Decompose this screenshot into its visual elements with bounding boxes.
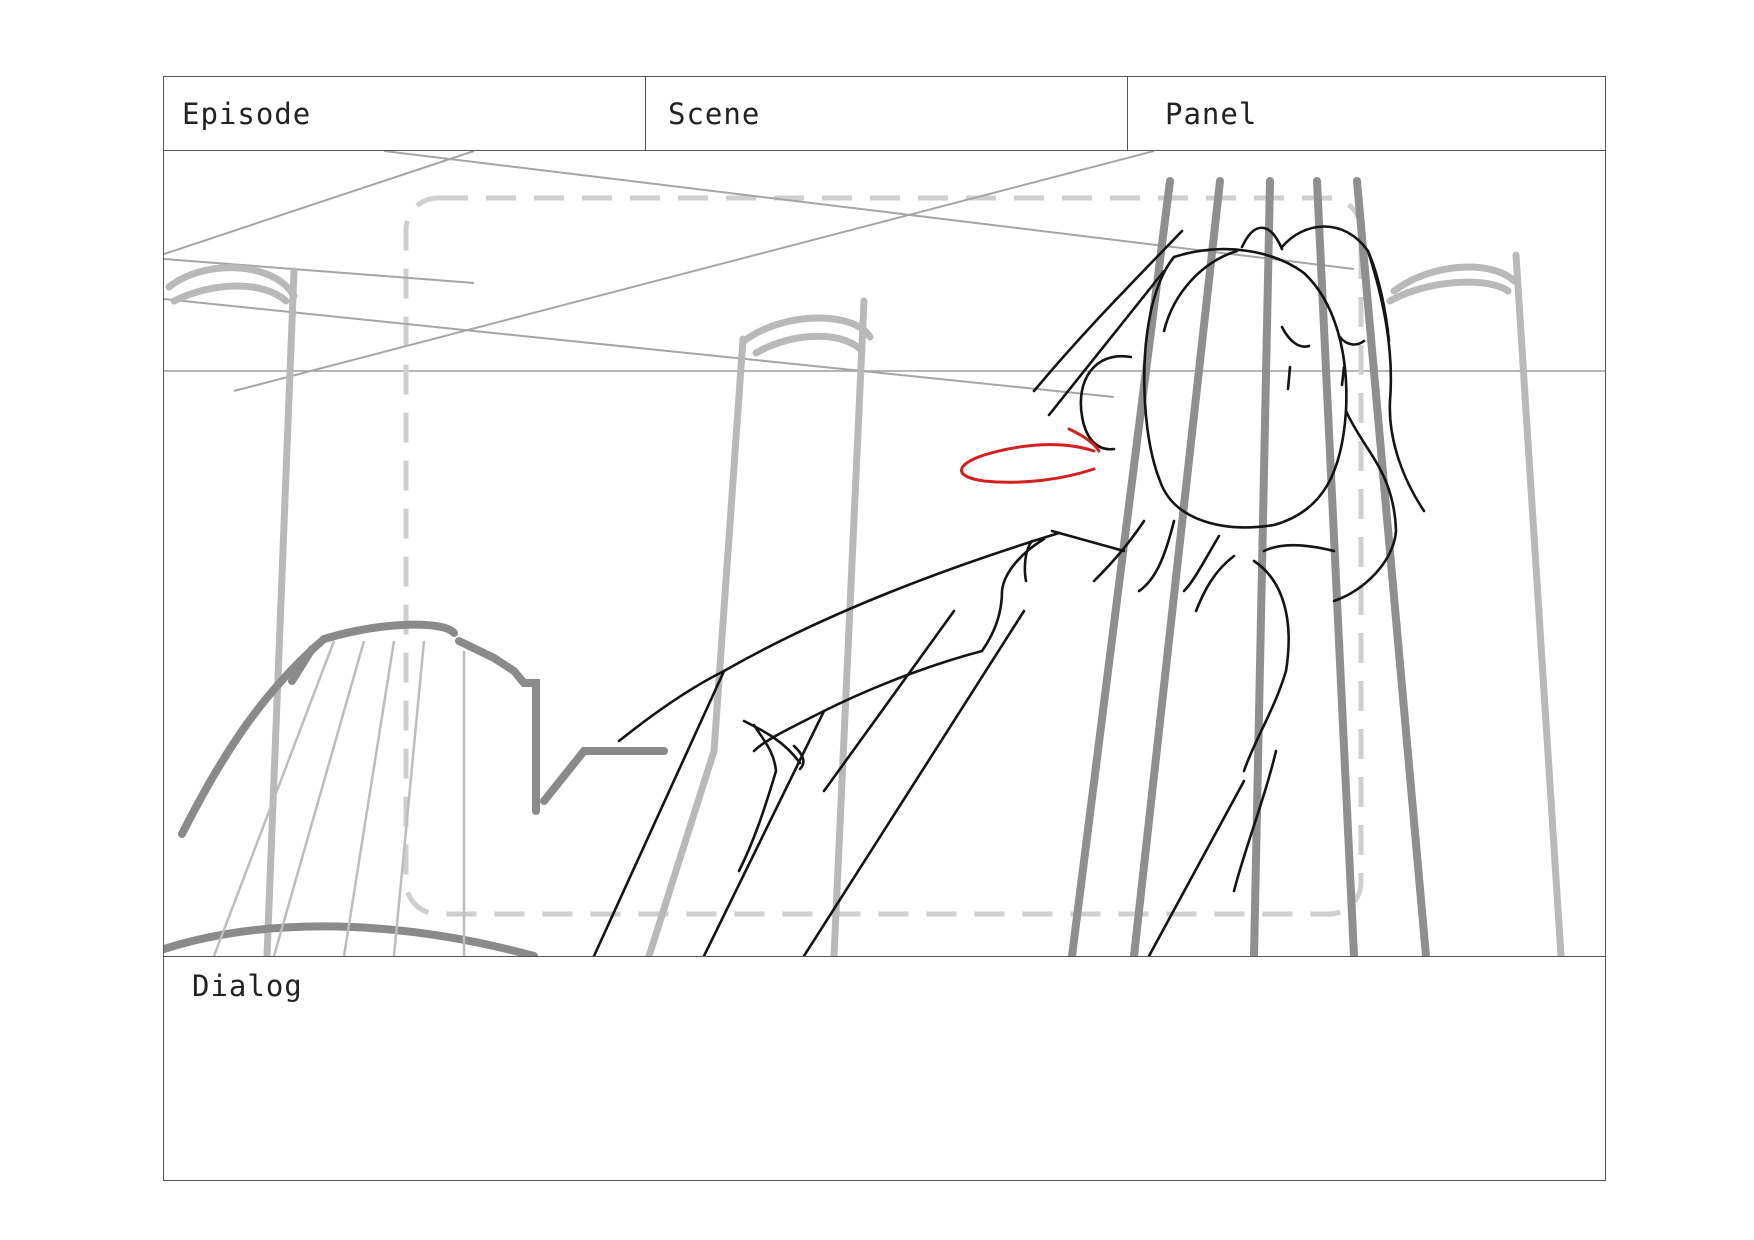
storyboard-sheet: Episode Scene Panel Dialog bbox=[163, 76, 1606, 1181]
panel-label: Panel bbox=[1165, 97, 1258, 131]
ceiling-perspective-lines bbox=[164, 151, 1355, 398]
scene-label: Scene bbox=[668, 97, 761, 131]
panel-field[interactable]: Panel bbox=[1128, 77, 1606, 150]
storyboard-sketch bbox=[164, 151, 1605, 956]
dialog-area[interactable]: Dialog bbox=[164, 956, 1605, 1180]
safe-area-frame bbox=[403, 195, 1364, 917]
character-sketch bbox=[592, 225, 1426, 956]
episode-field[interactable]: Episode bbox=[164, 77, 646, 150]
dialog-label: Dialog bbox=[192, 969, 303, 1003]
red-accent-mark bbox=[960, 427, 1101, 484]
panel-drawing-area[interactable] bbox=[164, 151, 1605, 956]
episode-label: Episode bbox=[182, 97, 312, 131]
scene-field[interactable]: Scene bbox=[646, 77, 1128, 150]
header-row: Episode Scene Panel bbox=[164, 77, 1605, 151]
vehicle-guide-lines bbox=[212, 640, 466, 956]
